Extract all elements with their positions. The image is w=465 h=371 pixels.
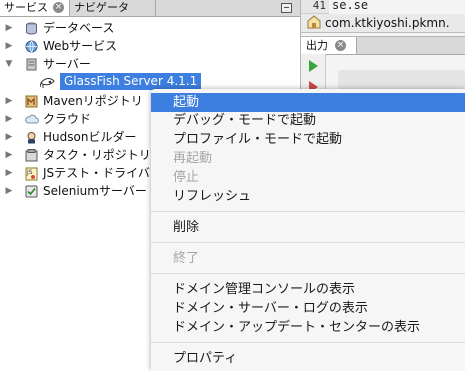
database-icon — [25, 22, 38, 35]
expand-arrow-icon[interactable]: ▶ — [4, 128, 14, 146]
task-repository-icon — [25, 149, 38, 162]
line-number: 41 — [312, 0, 326, 12]
tab-services[interactable]: サービス × — [0, 0, 70, 16]
menu-item-update-center[interactable]: ドメイン・アップデート・センターの表示 — [151, 318, 465, 337]
menu-item-start-debug[interactable]: デバッグ・モードで起動 — [151, 111, 465, 130]
menu-separator — [151, 342, 465, 343]
java-file-icon — [307, 15, 321, 34]
restore-window-icon[interactable] — [281, 3, 292, 13]
menu-item-start[interactable]: 起動 — [151, 93, 465, 112]
js-test-driver-icon: JS — [25, 167, 38, 181]
tab-output[interactable]: 出力 × — [301, 37, 357, 54]
tree-item-label: Mavenリポジトリ — [43, 94, 143, 108]
tab-navigator[interactable]: ナビゲータ — [70, 0, 156, 16]
tab-services-label: サービス — [4, 1, 48, 14]
tree-item-label: Hudsonビルダー — [43, 130, 137, 144]
output-tab-bar: 出力 × — [301, 36, 465, 55]
svg-text:JS: JS — [26, 169, 33, 176]
menu-item-restart: 再起動 — [173, 151, 213, 166]
tree-item-label: GlassFish Server 4.1.1 — [60, 73, 202, 90]
expand-arrow-icon[interactable]: ▶ — [4, 92, 14, 110]
tree-item-label: Webサービス — [43, 39, 118, 53]
expand-arrow-icon[interactable]: ▶ — [4, 146, 14, 164]
code-line[interactable]: se.se — [332, 0, 368, 12]
tab-output-label: 出力 — [306, 39, 328, 52]
maven-icon — [25, 95, 38, 108]
tree-item-label: JSテスト・ドライバ — [43, 166, 150, 180]
hudson-icon — [25, 131, 38, 144]
file-tab[interactable]: com.ktkiyoshi.pkmn. — [307, 14, 450, 32]
panel-tab-bar: サービス × ナビゲータ — [0, 0, 300, 17]
file-tab-label: com.ktkiyoshi.pkmn. — [325, 16, 450, 30]
menu-separator — [151, 211, 465, 212]
close-icon[interactable]: × — [53, 2, 64, 13]
tree-item-label: クラウド — [43, 112, 92, 126]
expand-arrow-icon[interactable]: ▶ — [4, 19, 14, 37]
server-context-menu: 起動 デバッグ・モードで起動 プロファイル・モードで起動 再起動 停止 リフレッ… — [151, 89, 465, 371]
menu-item-refresh[interactable]: リフレッシュ — [151, 187, 465, 206]
menu-item-stop: 停止 — [173, 170, 200, 185]
tab-navigator-label: ナビゲータ — [74, 1, 129, 14]
tree-item-label: Seleniumサーバー — [43, 184, 147, 198]
menu-item-admin-console[interactable]: ドメイン管理コンソールの表示 — [151, 280, 465, 299]
menu-item-terminate: 終了 — [173, 251, 200, 266]
file-tab-bar: com.ktkiyoshi.pkmn. — [301, 14, 465, 33]
expand-arrow-icon[interactable]: ▶ — [4, 164, 14, 182]
menu-separator — [151, 242, 465, 243]
selenium-icon — [25, 185, 38, 198]
expand-arrow-icon[interactable]: ▶ — [4, 37, 14, 55]
menu-item-server-log[interactable]: ドメイン・サーバー・ログの表示 — [151, 299, 465, 318]
close-icon[interactable]: × — [335, 40, 346, 51]
menu-item-start-profile[interactable]: プロファイル・モードで起動 — [151, 130, 465, 149]
server-icon — [25, 58, 38, 71]
menu-separator — [151, 273, 465, 274]
rerun-icon[interactable] — [309, 60, 318, 72]
tree-item-label: サーバー — [43, 57, 91, 71]
tree-item-label: データベース — [43, 21, 115, 35]
cloud-icon — [25, 113, 39, 125]
output-content — [338, 70, 465, 90]
expand-arrow-icon[interactable]: ▶ — [4, 182, 14, 200]
menu-item-delete[interactable]: 削除 — [151, 218, 465, 237]
line-number-gutter: 41 — [301, 0, 329, 14]
tree-item-label: タスク・リポジトリ — [43, 148, 151, 162]
collapse-arrow-icon[interactable]: ▼ — [4, 55, 14, 73]
web-services-icon — [25, 40, 38, 53]
menu-item-properties[interactable]: プロパティ — [151, 349, 465, 368]
expand-arrow-icon[interactable]: ▶ — [4, 110, 14, 128]
glassfish-icon — [39, 76, 56, 88]
